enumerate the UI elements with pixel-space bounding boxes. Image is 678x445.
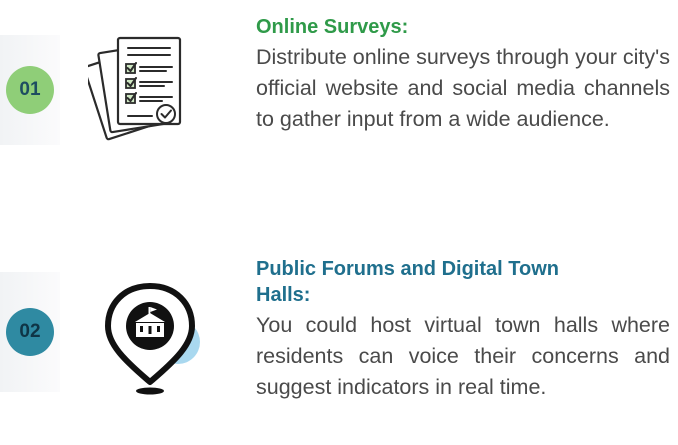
item-description: You could host virtual town halls where …	[256, 313, 670, 399]
survey-documents-icon	[88, 36, 182, 141]
survey-item: 01 Online Surveys: Distribute online sur…	[0, 0, 678, 200]
town-hall-item: 02 Public Forums and Digital Town Halls:…	[0, 200, 678, 445]
item-description: Distribute online surveys through your c…	[256, 45, 670, 131]
town-hall-location-pin-icon	[105, 283, 200, 395]
step-number-badge: 02	[6, 308, 54, 356]
item-heading: Public Forums and Digital Town Halls:	[256, 258, 559, 306]
step-number-badge: 01	[6, 66, 54, 114]
item-heading: Online Surveys:	[256, 16, 409, 38]
